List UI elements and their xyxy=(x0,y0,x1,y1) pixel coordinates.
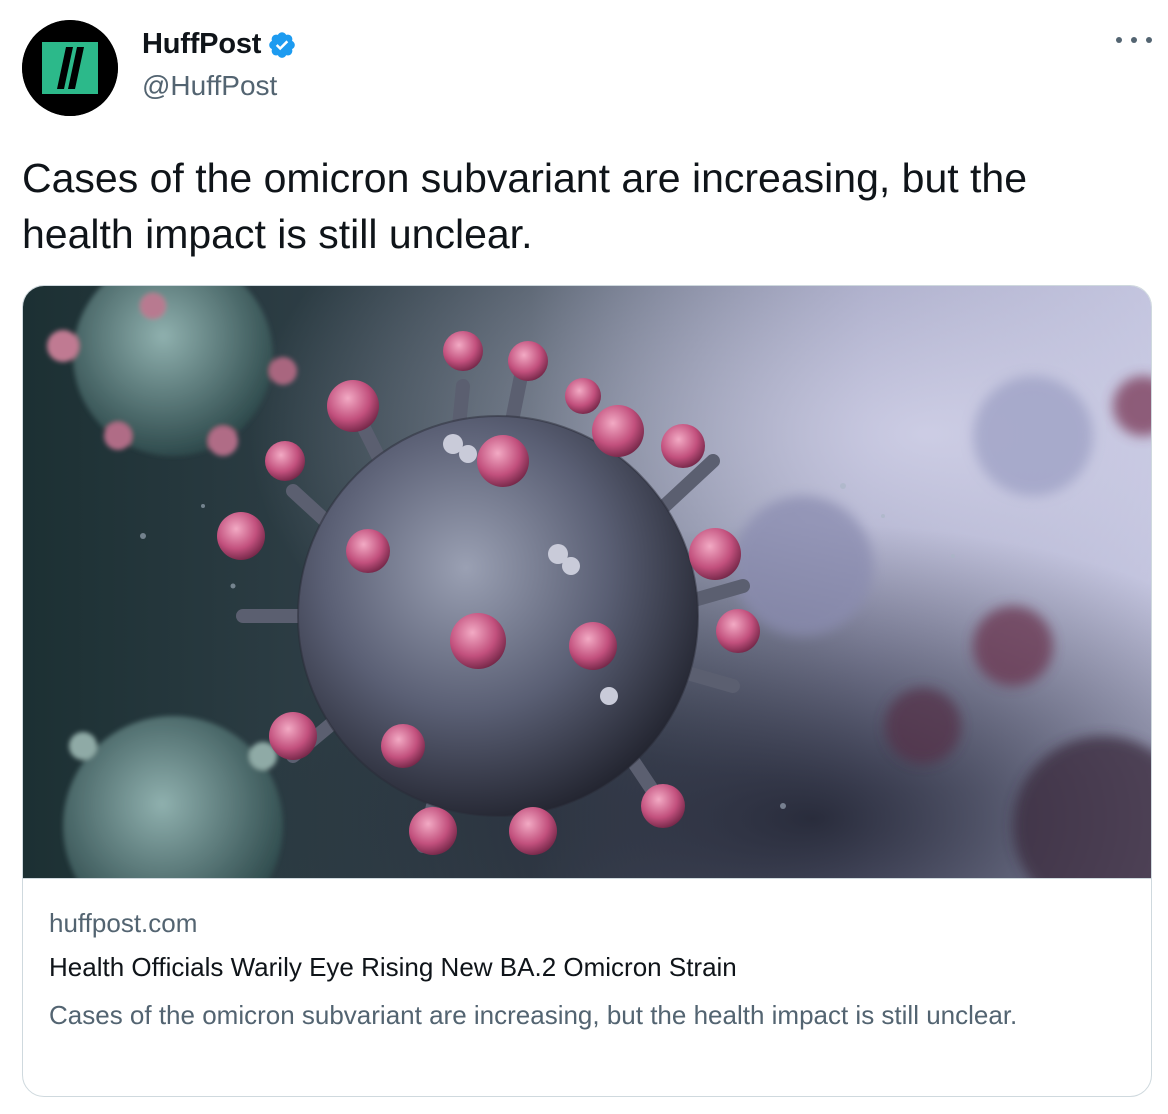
card-description[interactable]: Cases of the omicron subvariant are incr… xyxy=(49,994,1109,1036)
card-domain[interactable]: huffpost.com xyxy=(49,908,197,939)
link-card[interactable]: huffpost.com Health Officials Warily Eye… xyxy=(22,285,1152,1097)
verified-badge-icon xyxy=(267,30,297,60)
card-divider xyxy=(23,878,1151,879)
tweet-text: Cases of the omicron subvariant are incr… xyxy=(22,155,1028,257)
more-options-icon[interactable] xyxy=(1116,28,1152,52)
author-name-row[interactable]: HuffPost xyxy=(142,28,297,61)
card-title[interactable]: Health Officials Warily Eye Rising New B… xyxy=(49,952,737,983)
more-dot xyxy=(1131,37,1137,43)
huffpost-logo-icon xyxy=(22,20,118,116)
more-dot xyxy=(1116,37,1122,43)
more-dot xyxy=(1146,37,1152,43)
card-image[interactable] xyxy=(23,286,1151,878)
avatar[interactable] xyxy=(22,20,118,116)
author-display-name[interactable]: HuffPost xyxy=(142,28,261,61)
author-handle[interactable]: @HuffPost xyxy=(142,70,277,102)
tweet[interactable]: HuffPost @HuffPost Cases of the omicron … xyxy=(0,0,1168,1114)
